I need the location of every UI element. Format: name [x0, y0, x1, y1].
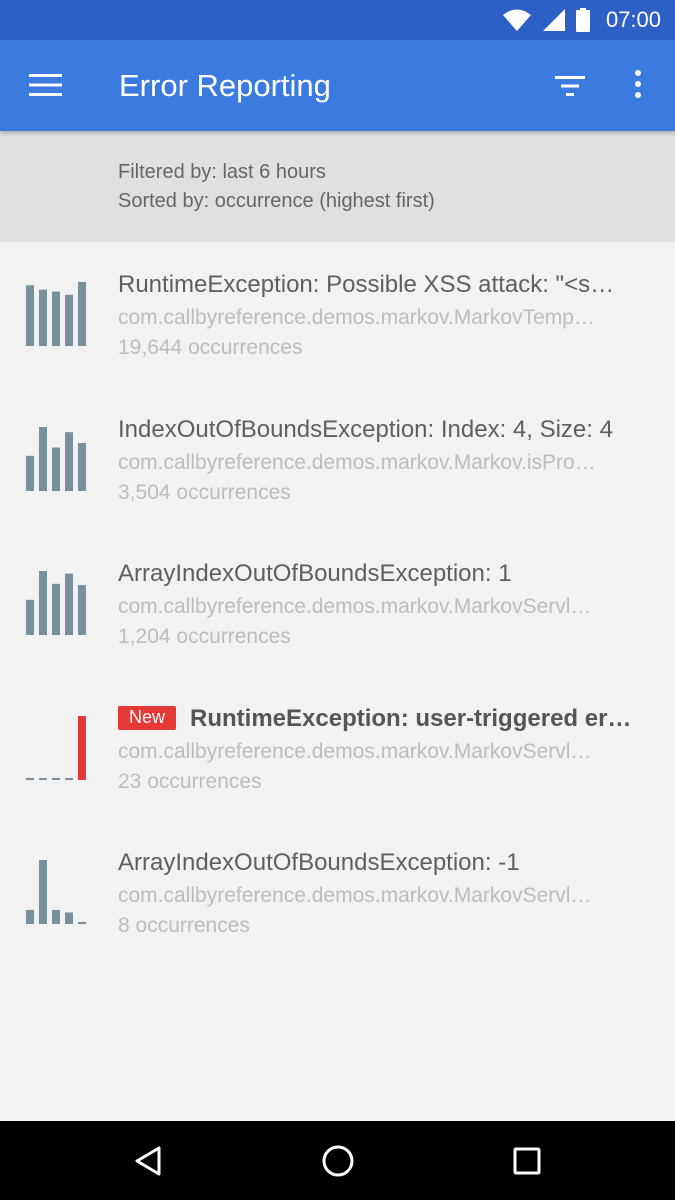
sparkline-bar — [52, 583, 60, 635]
sparkline-bar — [39, 860, 47, 924]
error-row[interactable]: ArrayIndexOutOfBoundsException: 1 com.ca… — [0, 531, 675, 676]
sparkline-icon — [26, 282, 86, 346]
signal-icon — [542, 9, 565, 31]
sort-label: Sorted by: occurrence (highest first) — [118, 190, 435, 212]
error-location: com.callbyreference.demos.markov.Markov.… — [118, 450, 596, 474]
error-title: IndexOutOfBoundsException: Index: 4, Siz… — [118, 415, 613, 443]
error-occurrences: 1,204 occurrences — [118, 625, 291, 648]
error-title: ArrayIndexOutOfBoundsException: 1 — [118, 560, 512, 587]
error-occurrences: 23 occurrences — [118, 769, 262, 793]
recents-icon[interactable] — [507, 1141, 547, 1181]
sparkline-bar — [39, 571, 47, 635]
error-title: RuntimeException: user-triggered er… — [190, 704, 632, 732]
overflow-menu-icon[interactable] — [628, 68, 648, 104]
sparkline-bar — [78, 442, 86, 491]
error-title-container: New RuntimeException: user-triggered er… — [118, 705, 648, 733]
error-occurrences: 3,504 occurrences — [118, 480, 291, 504]
sparkline-bar — [26, 909, 34, 924]
sparkline-bar — [26, 285, 34, 346]
back-icon[interactable] — [128, 1141, 168, 1181]
sparkline-empty-tick — [78, 922, 86, 924]
status-time: 07:00 — [605, 7, 661, 32]
battery-icon — [575, 8, 590, 32]
error-list: RuntimeException: Possible XSS attack: "… — [0, 242, 675, 965]
status-bar: 07:00 — [0, 0, 675, 40]
sparkline-bar — [65, 912, 73, 924]
sparkline-empty-tick — [52, 777, 60, 780]
filter-icon[interactable] — [553, 72, 587, 100]
error-location: com.callbyreference.demos.markov.MarkovS… — [118, 595, 592, 618]
home-icon[interactable] — [318, 1141, 358, 1181]
sparkline-bar — [39, 426, 47, 491]
error-row[interactable]: New RuntimeException: user-triggered er… … — [0, 676, 675, 821]
sparkline-bar — [39, 289, 47, 346]
sparkline-bar — [65, 573, 73, 635]
sparkline-bar — [65, 431, 73, 491]
error-row[interactable]: ArrayIndexOutOfBoundsException: -1 com.c… — [0, 820, 675, 965]
sparkline-bar — [65, 294, 73, 346]
status-icons: 07:00 — [502, 0, 661, 40]
menu-icon[interactable] — [29, 73, 63, 97]
sparkline-bar — [26, 599, 34, 635]
wifi-icon — [502, 9, 531, 31]
filter-label: Filtered by: last 6 hours — [118, 161, 326, 183]
navigation-bar — [0, 1121, 675, 1200]
new-badge: New — [118, 705, 177, 730]
sparkline-icon — [26, 860, 86, 924]
sparkline-bar — [78, 715, 86, 780]
sparkline-icon — [26, 426, 86, 491]
sparkline-icon — [26, 715, 86, 780]
error-location: com.callbyreference.demos.markov.MarkovS… — [118, 739, 592, 763]
app-bar: Error Reporting — [0, 40, 675, 131]
sparkline-empty-tick — [65, 777, 73, 780]
error-occurrences: 19,644 occurrences — [118, 336, 303, 359]
sparkline-icon — [26, 571, 86, 635]
error-location: com.callbyreference.demos.markov.MarkovT… — [118, 306, 595, 329]
sparkline-bar — [78, 282, 86, 346]
filter-banner: Filtered by: last 6 hours Sorted by: occ… — [0, 131, 675, 242]
error-occurrences: 8 occurrences — [118, 914, 250, 937]
sparkline-bar — [52, 446, 60, 491]
sparkline-bar — [78, 585, 86, 635]
error-location: com.callbyreference.demos.markov.MarkovS… — [118, 884, 592, 907]
sparkline-empty-tick — [39, 777, 47, 780]
sparkline-bar — [26, 455, 34, 491]
page-title: Error Reporting — [119, 68, 331, 103]
sparkline-empty-tick — [26, 777, 34, 780]
sparkline-bar — [52, 909, 60, 924]
error-row[interactable]: RuntimeException: Possible XSS attack: "… — [0, 242, 675, 387]
sparkline-bar — [52, 291, 60, 346]
error-title: ArrayIndexOutOfBoundsException: -1 — [118, 849, 520, 876]
error-title: RuntimeException: Possible XSS attack: "… — [118, 271, 615, 298]
error-row[interactable]: IndexOutOfBoundsException: Index: 4, Siz… — [0, 387, 675, 532]
